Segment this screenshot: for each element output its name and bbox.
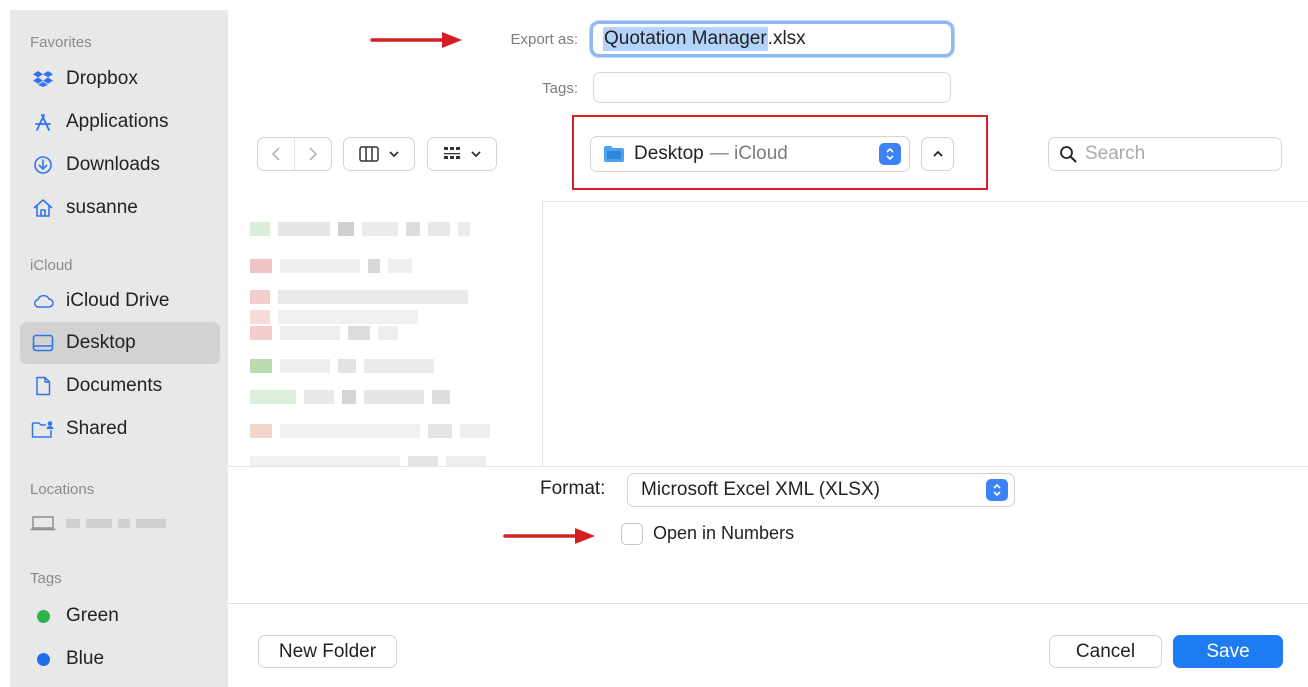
group-mode-button[interactable] (427, 137, 497, 171)
file-row-redacted[interactable] (250, 453, 486, 467)
search-field[interactable]: Search (1048, 137, 1282, 171)
sidebar-item-label: Downloads (66, 154, 160, 175)
file-row-redacted[interactable] (250, 387, 450, 407)
applications-icon (30, 111, 56, 133)
sidebar-item-location-computer[interactable] (20, 502, 220, 544)
sidebar-item-label: Shared (66, 418, 128, 439)
locations-header: Locations (30, 481, 95, 498)
laptop-icon (30, 512, 56, 534)
export-as-label: Export as: (510, 31, 578, 48)
column-view-icon (358, 146, 379, 162)
sidebar: Favorites Dropbox Applications Downloads… (10, 10, 228, 687)
sidebar-item-shared[interactable]: Shared (20, 408, 220, 450)
sidebar-item-downloads[interactable]: Downloads (20, 144, 220, 186)
annotation-arrow-open-in-numbers (503, 528, 595, 544)
updown-stepper-icon (986, 479, 1008, 501)
dropbox-icon (30, 68, 56, 90)
view-mode-button[interactable] (343, 137, 415, 171)
green-tag-icon (30, 605, 56, 627)
collapse-button[interactable] (921, 137, 954, 171)
location-popup[interactable]: Desktop — iCloud (590, 136, 910, 172)
sidebar-item-applications[interactable]: Applications (20, 101, 220, 143)
annotation-arrow-export (370, 32, 462, 48)
format-value: Microsoft Excel XML (XLSX) (641, 479, 880, 500)
location-name: Desktop (634, 143, 704, 164)
sidebar-tag-green[interactable]: Green (20, 595, 220, 637)
open-in-numbers-checkbox[interactable] (621, 523, 643, 545)
filename-extension: .xlsx (767, 28, 806, 49)
new-folder-button[interactable]: New Folder (258, 635, 397, 668)
document-icon (30, 375, 56, 397)
grid-icon (443, 147, 460, 159)
icloud-header: iCloud (30, 257, 73, 274)
folder-icon (604, 146, 624, 162)
sidebar-item-label: Dropbox (66, 68, 138, 89)
sidebar-item-label: Desktop (66, 332, 136, 353)
desktop-icon (30, 332, 56, 354)
chevron-right-icon (309, 147, 318, 161)
home-icon (30, 197, 56, 219)
cloud-icon (30, 290, 56, 312)
chevron-up-icon (932, 150, 943, 157)
chevron-down-icon (388, 151, 399, 158)
file-row-redacted[interactable] (250, 256, 412, 276)
sidebar-tag-blue[interactable]: Blue (20, 638, 220, 680)
updown-stepper-icon (879, 143, 901, 165)
format-select[interactable]: Microsoft Excel XML (XLSX) (627, 473, 1015, 507)
sidebar-item-susanne[interactable]: susanne (20, 187, 220, 229)
sidebar-item-label: Applications (66, 111, 169, 132)
cancel-button[interactable]: Cancel (1049, 635, 1162, 668)
location-name-redacted (66, 518, 166, 528)
sidebar-item-label: susanne (66, 197, 138, 218)
downloads-icon (30, 154, 56, 176)
filename-selected-text: Quotation Manager (603, 27, 768, 51)
sidebar-item-desktop[interactable]: Desktop (20, 322, 220, 364)
file-row-redacted[interactable] (250, 219, 470, 239)
sidebar-item-documents[interactable]: Documents (20, 365, 220, 407)
sidebar-item-label: iCloud Drive (66, 290, 170, 311)
save-button[interactable]: Save (1173, 635, 1283, 668)
browser-bottom-divider (228, 466, 1308, 467)
file-row-redacted[interactable] (250, 287, 468, 307)
tags-header: Tags (30, 570, 62, 587)
format-label: Format: (540, 478, 606, 499)
chevron-down-icon (470, 151, 481, 158)
favorites-header: Favorites (30, 34, 92, 51)
tags-field[interactable] (593, 72, 951, 103)
chevron-left-icon (271, 147, 280, 161)
file-row-redacted[interactable] (250, 356, 434, 376)
tags-label: Tags: (542, 80, 578, 97)
back-button[interactable] (258, 138, 294, 170)
footer-divider (228, 603, 1308, 604)
export-filename-field[interactable]: Quotation Manager .xlsx (590, 21, 954, 57)
sidebar-item-label: Blue (66, 648, 105, 669)
nav-back-forward (257, 137, 332, 171)
search-icon (1060, 146, 1077, 163)
shared-folder-icon (30, 418, 56, 440)
file-column (228, 201, 543, 467)
sidebar-item-dropbox[interactable]: Dropbox (20, 58, 220, 100)
sidebar-item-label: Documents (66, 375, 163, 396)
file-row-redacted[interactable] (250, 421, 490, 441)
file-row-redacted[interactable] (250, 323, 398, 343)
sidebar-item-label: Green (66, 605, 119, 626)
forward-button[interactable] (295, 138, 331, 170)
sidebar-item-icloud-drive[interactable]: iCloud Drive (20, 280, 220, 322)
search-placeholder: Search (1085, 143, 1146, 164)
open-in-numbers-label[interactable]: Open in Numbers (653, 523, 794, 544)
location-sub: — iCloud (709, 143, 788, 164)
blue-tag-icon (30, 648, 56, 670)
